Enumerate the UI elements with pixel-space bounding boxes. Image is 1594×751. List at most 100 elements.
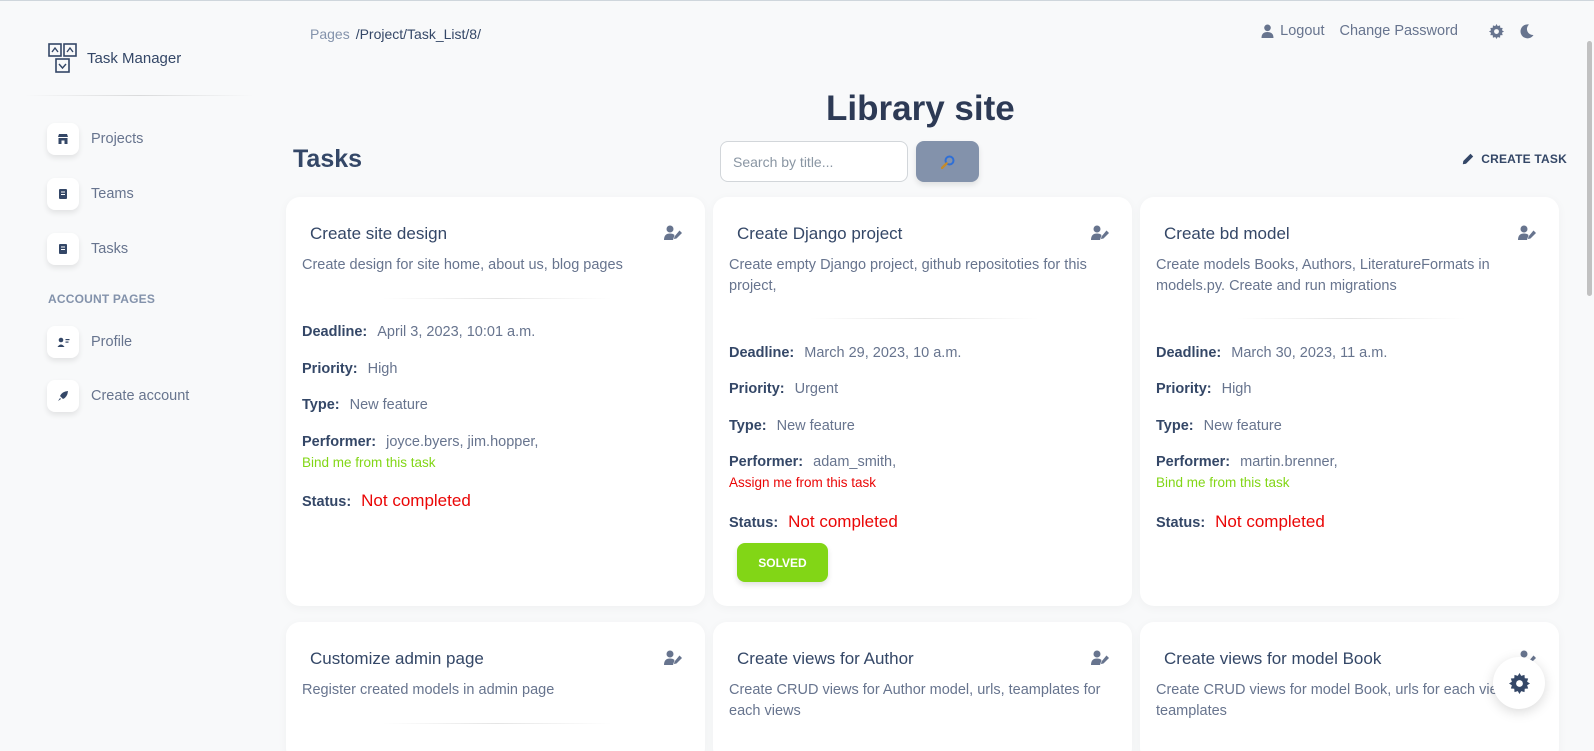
- search-button[interactable]: [916, 141, 979, 182]
- type-label: Type:: [302, 397, 340, 413]
- dark-mode-toggle[interactable]: [1520, 23, 1534, 39]
- task-card: Create Django project Create empty Djang…: [713, 197, 1132, 606]
- task-manager-logo-icon: [48, 43, 77, 73]
- task-title[interactable]: Create views for model Book: [1164, 649, 1381, 669]
- task-deadline: Deadline: April 3, 2023, 10:01 a.m.: [302, 324, 535, 340]
- document-icon: [47, 233, 79, 265]
- task-status: Status: Not completed: [1156, 512, 1325, 532]
- moon-icon: [1520, 23, 1534, 38]
- priority-value: High: [1221, 381, 1252, 397]
- user-edit-icon: [664, 650, 682, 665]
- user-edit-icon: [664, 225, 682, 240]
- task-type: Type: New feature: [302, 397, 428, 413]
- status-label: Status:: [302, 494, 352, 510]
- priority-label: Priority:: [302, 361, 358, 377]
- task-description: Create empty Django project, github repo…: [729, 257, 1087, 294]
- priority-label: Priority:: [729, 381, 785, 397]
- search-input[interactable]: [720, 141, 908, 182]
- sidebar-divider: [24, 95, 254, 96]
- task-priority: Priority: High: [302, 361, 397, 377]
- performer-label: Performer:: [302, 434, 377, 450]
- breadcrumb-root[interactable]: Pages: [310, 26, 350, 42]
- bind-me-link[interactable]: Bind me from this task: [1156, 475, 1290, 490]
- performer-label: Performer:: [729, 454, 804, 470]
- gear-icon: [1489, 23, 1504, 39]
- breadcrumb-path: /Project/Task_List/8/: [355, 26, 481, 42]
- sidebar-item-projects[interactable]: Projects: [47, 123, 143, 155]
- task-card: Create site design Create design for sit…: [286, 197, 705, 606]
- priority-value: Urgent: [794, 381, 839, 397]
- tasks-heading: Tasks: [293, 145, 363, 173]
- logout-label: Logout: [1280, 23, 1325, 39]
- task-type: Type: New feature: [729, 418, 855, 434]
- search-icon: [940, 155, 954, 169]
- scrollbar-thumb[interactable]: [1587, 41, 1592, 296]
- sidebar-item-label: Profile: [91, 334, 133, 350]
- card-divider: [382, 298, 612, 299]
- brand[interactable]: Task Manager: [48, 43, 181, 73]
- task-priority: Priority: High: [1156, 381, 1251, 397]
- deadline-label: Deadline:: [1156, 345, 1222, 361]
- task-title[interactable]: Create views for Author: [737, 649, 914, 669]
- task-title[interactable]: Create Django project: [737, 224, 902, 244]
- sidebar-item-label: Teams: [91, 186, 134, 202]
- sidebar-item-create-account[interactable]: Create account: [47, 380, 189, 412]
- bind-me-link[interactable]: Bind me from this task: [302, 455, 436, 470]
- task-description: Create CRUD views for Author model, urls…: [729, 682, 1101, 719]
- sidebar-item-label: Tasks: [91, 241, 129, 257]
- sidebar-item-label: Projects: [91, 131, 144, 147]
- edit-task-button[interactable]: [1091, 225, 1110, 246]
- user-icon: [1261, 24, 1274, 38]
- task-status: Status: Not completed: [302, 491, 471, 511]
- create-task-button[interactable]: CREATE TASK: [1462, 152, 1567, 166]
- type-value: New feature: [349, 397, 428, 413]
- settings-button[interactable]: [1489, 23, 1504, 39]
- task-performer: Performer: joyce.byers, jim.hopper,: [302, 434, 538, 450]
- sidebar-item-teams[interactable]: Teams: [47, 178, 134, 210]
- task-card: Create bd model Create models Books, Aut…: [1140, 197, 1559, 606]
- task-deadline: Deadline: March 30, 2023, 11 a.m.: [1156, 345, 1387, 361]
- performer-value: joyce.byers, jim.hopper,: [386, 434, 539, 450]
- sidebar-item-tasks[interactable]: Tasks: [47, 233, 128, 265]
- edit-task-button[interactable]: [664, 650, 683, 671]
- sidebar-item-profile[interactable]: Profile: [47, 326, 132, 358]
- edit-task-button[interactable]: [1091, 650, 1110, 671]
- logout-link[interactable]: Logout: [1261, 23, 1325, 39]
- task-type: Type: New feature: [1156, 418, 1282, 434]
- task-title[interactable]: Create site design: [310, 224, 447, 244]
- task-status: Status: Not completed: [729, 512, 898, 532]
- brand-name: Task Manager: [87, 49, 182, 67]
- edit-task-button[interactable]: [664, 225, 683, 246]
- change-password-link[interactable]: Change Password: [1340, 23, 1459, 39]
- task-card: Create views for Author Create CRUD view…: [713, 622, 1132, 751]
- sidebar: Task Manager Projects Teams Tasks ACCOUN…: [0, 1, 270, 751]
- type-label: Type:: [729, 418, 767, 434]
- deadline-label: Deadline:: [729, 345, 795, 361]
- status-value: Not completed: [361, 491, 471, 510]
- configurator-button[interactable]: [1493, 657, 1545, 709]
- status-label: Status:: [729, 515, 779, 531]
- task-description: Create design for site home, about us, b…: [302, 257, 623, 273]
- card-divider: [809, 318, 1039, 319]
- edit-task-button[interactable]: [1518, 225, 1537, 246]
- task-description: Create models Books, Authors, Literature…: [1156, 257, 1490, 294]
- deadline-value: March 29, 2023, 10 a.m.: [804, 345, 962, 361]
- sidebar-item-label: Create account: [91, 388, 190, 404]
- status-value: Not completed: [1215, 512, 1325, 531]
- task-priority: Priority: Urgent: [729, 381, 838, 397]
- task-deadline: Deadline: March 29, 2023, 10 a.m.: [729, 345, 961, 361]
- pencil-icon: [1463, 153, 1474, 165]
- solved-button[interactable]: SOLVED: [737, 543, 828, 582]
- page-scrollbar[interactable]: [1584, 1, 1594, 751]
- performer-value: adam_smith,: [813, 454, 897, 470]
- create-task-label: CREATE TASK: [1481, 152, 1567, 166]
- deadline-value: April 3, 2023, 10:01 a.m.: [377, 324, 536, 340]
- card-divider: [382, 723, 612, 724]
- performer-label: Performer:: [1156, 454, 1231, 470]
- deadline-label: Deadline:: [302, 324, 368, 340]
- task-title[interactable]: Customize admin page: [310, 649, 484, 669]
- assign-me-link[interactable]: Assign me from this task: [729, 475, 876, 490]
- task-performer: Performer: adam_smith,: [729, 454, 896, 470]
- task-title[interactable]: Create bd model: [1164, 224, 1290, 244]
- user-edit-icon: [1518, 225, 1536, 240]
